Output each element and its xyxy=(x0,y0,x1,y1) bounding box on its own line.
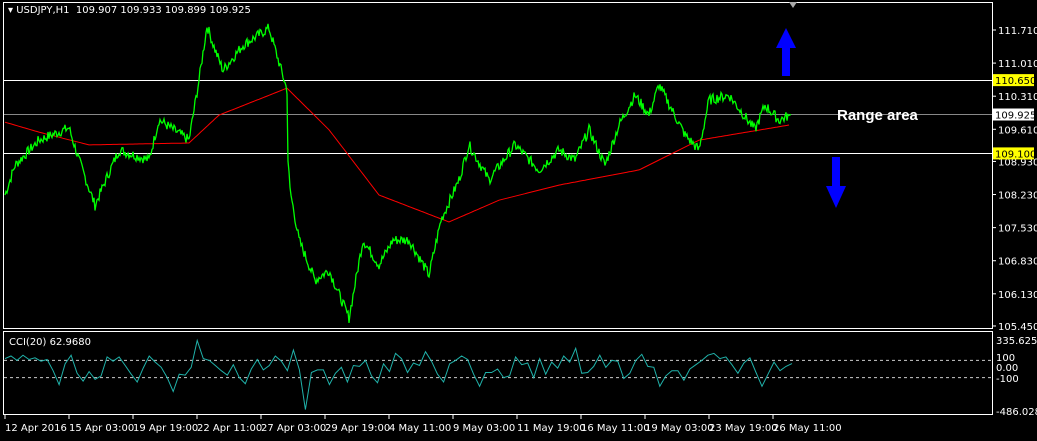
x-tick-label: 9 May 03:00 xyxy=(453,423,515,434)
range-area-label: Range area xyxy=(837,107,919,124)
bid-price-label: 109.925 xyxy=(995,111,1036,122)
y-tick-label: 111.010 xyxy=(998,59,1037,70)
chart-shift-marker-icon[interactable] xyxy=(789,2,797,8)
cci-title: CCI(20) 62.9680 xyxy=(9,337,91,348)
x-tick-label: 27 Apr 03:00 xyxy=(261,423,326,434)
cci-line xyxy=(4,338,793,410)
level-price-label: 110.650 xyxy=(995,76,1036,87)
x-tick-label: 22 Apr 11:00 xyxy=(197,423,262,434)
y-tick-label: 105.450 xyxy=(998,322,1037,333)
panel-frames xyxy=(3,2,993,415)
y-tick-label: 111.710 xyxy=(998,26,1037,37)
x-tick-label: 23 May 19:00 xyxy=(709,423,778,434)
y-tick-label: 109.610 xyxy=(998,125,1037,136)
arrow-down-icon xyxy=(826,157,846,208)
cci-tick-label: -486.0282 xyxy=(996,407,1037,418)
x-tick-label: 26 May 11:00 xyxy=(773,423,842,434)
price-series-line xyxy=(4,23,792,323)
cci-tick-label: 335.6251 xyxy=(996,336,1037,347)
arrow-up-icon xyxy=(776,28,796,76)
chart-header: ▾ USDJPY,H1 109.907 109.933 109.899 109.… xyxy=(8,5,251,16)
y-tick-label: 108.230 xyxy=(998,191,1037,202)
cci-tick-label: 0.00 xyxy=(996,363,1018,374)
cci-tick-label: -100 xyxy=(996,374,1019,385)
y-tick-label: 110.310 xyxy=(998,92,1037,103)
x-tick-label: 29 Apr 19:00 xyxy=(325,423,390,434)
x-tick-label: 16 May 11:00 xyxy=(581,423,650,434)
level-price-label: 109.100 xyxy=(995,149,1036,160)
trading-chart[interactable]: 111.710111.010110.310109.610108.930108.2… xyxy=(0,0,1037,441)
x-tick-label: 4 May 11:00 xyxy=(389,423,451,434)
x-tick-label: 19 May 03:00 xyxy=(645,423,714,434)
ohlc-values: 109.907 109.933 109.899 109.925 xyxy=(75,5,251,16)
cci-panel-frame xyxy=(3,331,993,415)
symbol-label: USDJPY,H1 xyxy=(16,5,70,16)
x-tick-label: 12 Apr 2016 xyxy=(5,423,67,434)
dropdown-icon[interactable]: ▾ xyxy=(8,5,16,16)
y-tick-label: 107.530 xyxy=(998,224,1037,235)
y-tick-label: 106.130 xyxy=(998,290,1037,301)
x-tick-label: 19 Apr 19:00 xyxy=(133,423,198,434)
x-tick-label: 11 May 19:00 xyxy=(517,423,586,434)
y-tick-label: 106.830 xyxy=(998,257,1037,268)
x-tick-label: 15 Apr 03:00 xyxy=(69,423,134,434)
